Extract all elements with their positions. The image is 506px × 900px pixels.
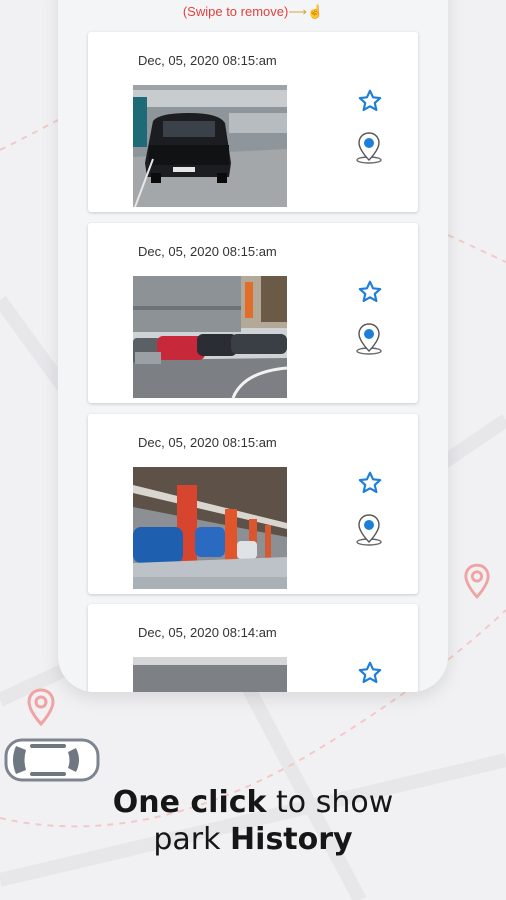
headline-line-2: park History (0, 821, 506, 858)
location-pin-decor-icon (464, 563, 490, 599)
parking-photo[interactable] (133, 467, 287, 589)
location-pin-icon[interactable] (354, 130, 384, 164)
location-pin-decor-icon (27, 688, 55, 727)
location-pin-icon[interactable] (354, 512, 384, 546)
history-timestamp: Dec, 05, 2020 08:14:am (138, 625, 277, 640)
swipe-hint-text: (Swipe to remove) (182, 4, 289, 19)
swipe-hint: (Swipe to remove)⟶☝ (58, 4, 448, 20)
parking-photo[interactable] (133, 85, 287, 207)
pointing-hand-icon: ⟶☝ (288, 4, 324, 19)
favorite-star-icon[interactable] (357, 470, 383, 496)
headline-bold-2: History (230, 822, 353, 857)
history-card[interactable]: Dec, 05, 2020 08:15:am (88, 414, 418, 594)
car-topview-icon (4, 738, 100, 782)
phone-mockup: (Swipe to remove)⟶☝ Dec, 05, 2020 08:15:… (58, 0, 448, 692)
headline: One click to show park History (0, 784, 506, 858)
parking-photo[interactable] (133, 276, 287, 398)
favorite-star-icon[interactable] (357, 660, 383, 686)
headline-line-1: One click to show (0, 784, 506, 821)
history-card[interactable]: Dec, 05, 2020 08:15:am (88, 32, 418, 212)
history-card[interactable]: Dec, 05, 2020 08:14:am (88, 604, 418, 692)
location-pin-icon[interactable] (354, 321, 384, 355)
headline-rest-1: to show (266, 785, 394, 820)
history-timestamp: Dec, 05, 2020 08:15:am (138, 244, 277, 259)
history-card[interactable]: Dec, 05, 2020 08:15:am (88, 223, 418, 403)
history-timestamp: Dec, 05, 2020 08:15:am (138, 53, 277, 68)
parking-photo[interactable] (133, 657, 287, 692)
history-timestamp: Dec, 05, 2020 08:15:am (138, 435, 277, 450)
favorite-star-icon[interactable] (357, 279, 383, 305)
favorite-star-icon[interactable] (357, 88, 383, 114)
headline-pre-2: park (153, 822, 231, 857)
headline-bold-1: One click (112, 785, 267, 820)
